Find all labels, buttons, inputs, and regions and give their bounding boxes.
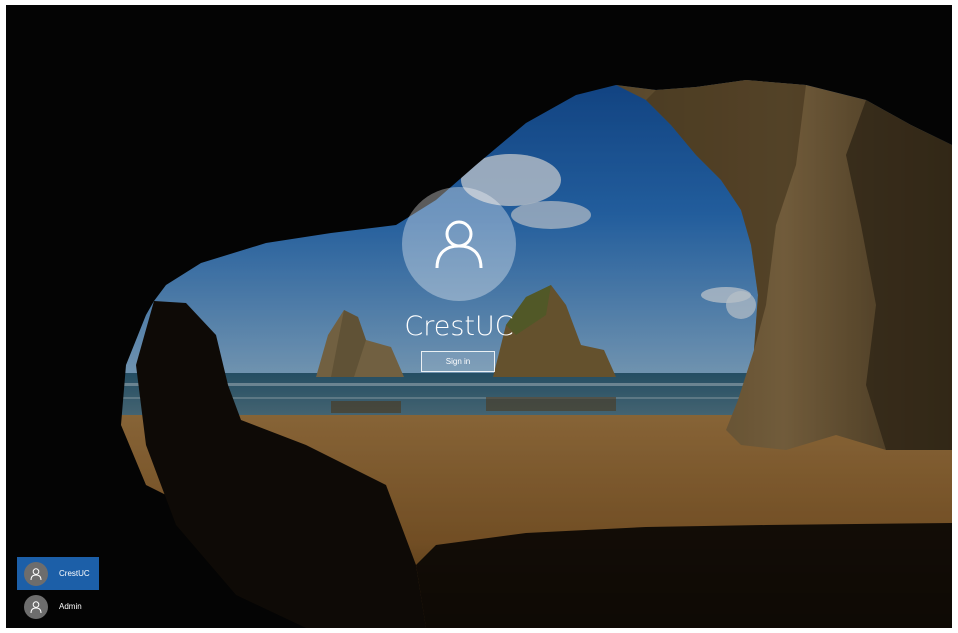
user-list-item-crestuc[interactable]: CrestUC (17, 557, 99, 590)
lock-screen: CrestUC Sign in CrestUC Admin (6, 5, 952, 628)
user-avatar (402, 187, 516, 301)
user-icon (30, 600, 42, 613)
user-list-item-label: Admin (59, 602, 82, 611)
user-icon (435, 220, 483, 269)
user-list-item-label: CrestUC (59, 569, 90, 578)
avatar (24, 561, 48, 586)
username-label: CrestUC (404, 311, 514, 342)
user-icon (30, 567, 42, 580)
avatar (24, 594, 48, 619)
user-switcher-list: CrestUC Admin (17, 557, 99, 623)
sign-in-button[interactable]: Sign in (421, 351, 495, 372)
user-list-item-admin[interactable]: Admin (17, 590, 99, 623)
